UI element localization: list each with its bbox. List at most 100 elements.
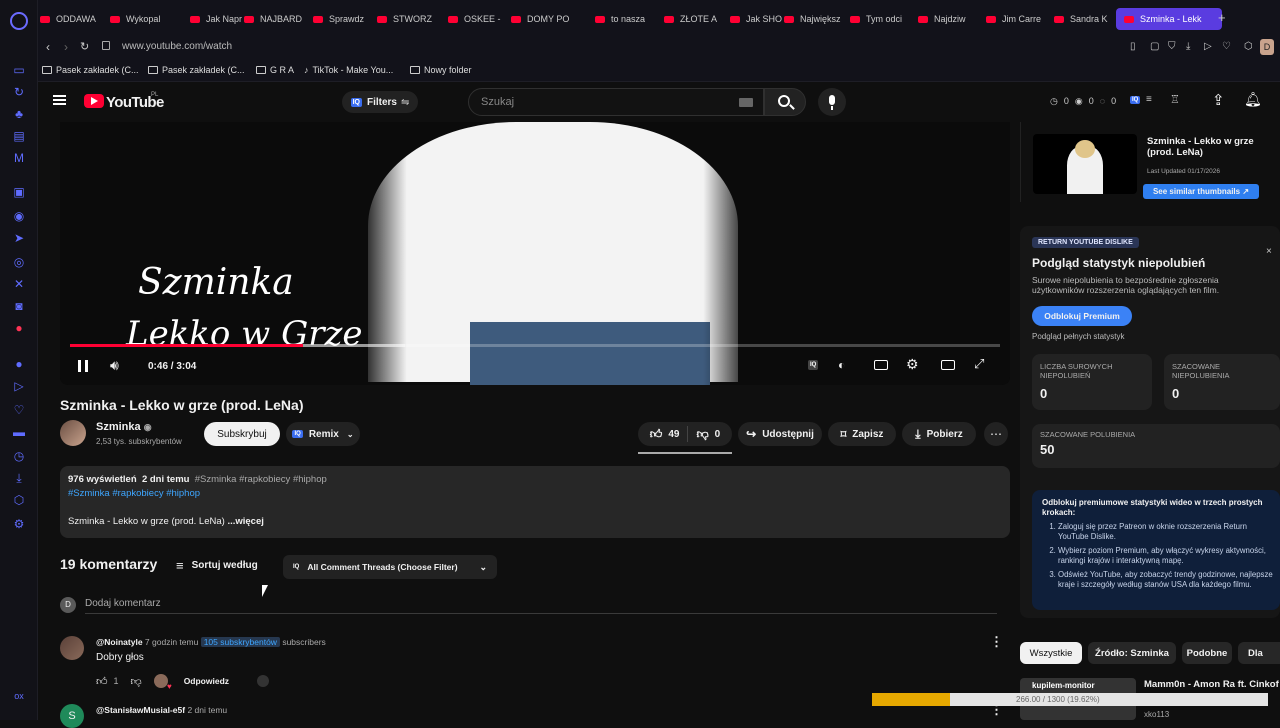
telegram-icon[interactable]: ➤: [11, 230, 27, 246]
browser-tab[interactable]: Najdziw: [918, 8, 976, 30]
save-button[interactable]: ⌑ Zapisz: [828, 422, 896, 446]
filters-button[interactable]: IQ Filters ⇋: [342, 91, 418, 113]
subscribe-button[interactable]: Subskrybuj: [204, 422, 280, 446]
comment-avatar[interactable]: S: [60, 704, 84, 728]
browser-tab[interactable]: Jak SHO: [730, 8, 788, 30]
twitch-icon[interactable]: ▣: [11, 184, 27, 200]
upload-icon[interactable]: ⇪: [1212, 91, 1225, 109]
back-icon[interactable]: ‹: [46, 40, 50, 54]
close-icon[interactable]: ×: [1266, 246, 1272, 257]
settings-button[interactable]: ⚙: [906, 356, 919, 373]
heart-icon[interactable]: ♡: [11, 402, 27, 418]
sidebar-icon-1[interactable]: ▭: [11, 62, 27, 78]
wallet-icon[interactable]: ▬: [11, 424, 27, 440]
chip-all[interactable]: Wszystkie: [1020, 642, 1082, 664]
browser-tab[interactable]: Szminka - Lekk: [1116, 8, 1222, 30]
instagram-icon[interactable]: ◎: [11, 254, 27, 270]
dislike-count[interactable]: 0: [715, 429, 721, 440]
settings-icon[interactable]: ⚙: [11, 516, 27, 532]
browser-tab[interactable]: Wykopal: [110, 8, 168, 30]
shield-icon[interactable]: ⛉: [1168, 41, 1176, 52]
forward-icon[interactable]: ›: [64, 40, 68, 54]
comment-dislike-icon[interactable]: 👎︎: [131, 675, 142, 688]
reply-button[interactable]: Odpowiedz: [184, 676, 229, 686]
comment-menu-icon[interactable]: ⋮: [990, 634, 1003, 650]
browser-tab[interactable]: STWORZ: [377, 8, 435, 30]
menu-icon[interactable]: [53, 95, 66, 105]
like-count[interactable]: 49: [668, 429, 679, 440]
browser-tab[interactable]: DOMY PO: [511, 8, 569, 30]
browser-tab[interactable]: Sandra K: [1054, 8, 1112, 30]
bookmark-1[interactable]: Pasek zakładek (C...: [42, 65, 139, 75]
rd-preview-link[interactable]: Podgląd pełnych statystyk: [1032, 332, 1125, 341]
pause-button[interactable]: [78, 360, 88, 372]
similar-thumbnails-button[interactable]: See similar thumbnails ↗: [1143, 184, 1259, 199]
discord-icon[interactable]: ◙: [11, 298, 27, 314]
comment-like-icon[interactable]: 👍︎: [96, 675, 108, 688]
chip-for-you[interactable]: Dla: [1238, 642, 1280, 664]
browser-tab[interactable]: Tym odci: [850, 8, 908, 30]
comment-filter-select[interactable]: IQ All Comment Threads (Choose Filter) ⌄: [283, 555, 497, 579]
bookmark-5[interactable]: Nowy folder: [410, 65, 472, 75]
messenger-icon[interactable]: ◉: [11, 208, 27, 224]
dislike-icon[interactable]: 👎︎: [696, 427, 708, 442]
description-box[interactable]: 976 wyświetleń 2 dni temu #Szminka #rapk…: [60, 466, 1010, 538]
sidebar-icon-red[interactable]: ●: [11, 320, 27, 336]
reload-icon[interactable]: ↻: [80, 40, 89, 53]
download-toolbar-icon[interactable]: ⤓: [1186, 41, 1190, 52]
search-button[interactable]: [764, 88, 806, 116]
youtube-logo-icon[interactable]: [84, 94, 104, 108]
like-icon[interactable]: 👍︎: [650, 427, 663, 442]
notifications-icon[interactable]: 🔔︎: [1244, 91, 1262, 108]
history-icon[interactable]: ◷: [11, 448, 27, 464]
heart-toolbar-icon[interactable]: ♡: [1222, 41, 1231, 52]
send-icon[interactable]: ▷: [11, 378, 27, 394]
extensions-icon[interactable]: ⬡: [11, 492, 27, 508]
show-more-link[interactable]: ...więcej: [227, 516, 263, 527]
fullscreen-button[interactable]: ⤢: [974, 356, 984, 372]
list-icon[interactable]: ≡: [1146, 94, 1152, 105]
add-comment-input[interactable]: Dodaj komentarz: [85, 598, 161, 609]
comment-author[interactable]: @StanisławMusial-e5f: [96, 705, 185, 715]
share-button[interactable]: ↪ Udostępnij: [738, 422, 822, 446]
sidebar-more-icon[interactable]: ox: [11, 688, 27, 704]
browser-tab[interactable]: Jak Napr: [190, 8, 248, 30]
hashtag-links[interactable]: #Szminka #rapkobiecy #hiphop: [68, 488, 200, 499]
comment-time[interactable]: 2 dni temu: [187, 705, 227, 715]
thumbnail-image[interactable]: [1033, 134, 1137, 194]
bookmark-icon[interactable]: ▯: [1130, 41, 1136, 52]
bookmark-3[interactable]: G R A: [256, 65, 294, 75]
voice-search-button[interactable]: [818, 88, 846, 116]
autoplay-toggle[interactable]: ◐: [838, 358, 845, 372]
extension-icon[interactable]: ⬡: [1244, 41, 1253, 52]
chip-source[interactable]: Źródło: Szminka: [1088, 642, 1176, 664]
play-toolbar-icon[interactable]: ▷: [1204, 41, 1212, 52]
iq-player-button[interactable]: IQ: [808, 360, 819, 370]
x-icon[interactable]: ✕: [11, 276, 27, 292]
comment-author[interactable]: @Noinatyle: [96, 637, 143, 647]
browser-tab[interactable]: Jim Carre: [986, 8, 1044, 30]
remix-button[interactable]: IQ Remix ⌄: [286, 422, 360, 446]
browser-tab[interactable]: NAJBARD: [244, 8, 302, 30]
browser-tab[interactable]: Największ: [784, 8, 842, 30]
sidebar-icon-2[interactable]: ↻: [11, 84, 27, 100]
volume-button[interactable]: 🔊︎: [110, 357, 119, 374]
iq-header-icon[interactable]: IQ: [1130, 96, 1141, 104]
channel-avatar[interactable]: [60, 420, 86, 446]
sidebar-icon-5[interactable]: M: [11, 150, 27, 166]
opera-logo-icon[interactable]: [10, 12, 28, 30]
browser-tab[interactable]: ODDAWA: [40, 8, 98, 30]
rec-title[interactable]: Mamm0n - Amon Ra ft. Cinkof: [1144, 679, 1279, 690]
more-actions-button[interactable]: ⋯: [984, 422, 1008, 446]
miniplayer-button[interactable]: [941, 360, 955, 370]
comment-time[interactable]: 7 godzin temu: [145, 637, 198, 647]
url-text[interactable]: www.youtube.com/watch: [122, 41, 232, 52]
video-player[interactable]: Szminka Lekko w Grze 🔊︎ 0:46 / 3:04 IQ ◐…: [60, 122, 1010, 385]
browser-tab[interactable]: ZŁOTE A: [664, 8, 722, 30]
rec-channel[interactable]: xko113: [1144, 710, 1169, 719]
downloads-icon[interactable]: ⤓: [11, 470, 27, 486]
chip-similar[interactable]: Podobne: [1182, 642, 1232, 664]
browser-tab[interactable]: OSKEE -: [448, 8, 506, 30]
bookmark-4[interactable]: ♪ TikTok - Make You...: [304, 65, 393, 75]
bookmark-2[interactable]: Pasek zakładek (C...: [148, 65, 245, 75]
